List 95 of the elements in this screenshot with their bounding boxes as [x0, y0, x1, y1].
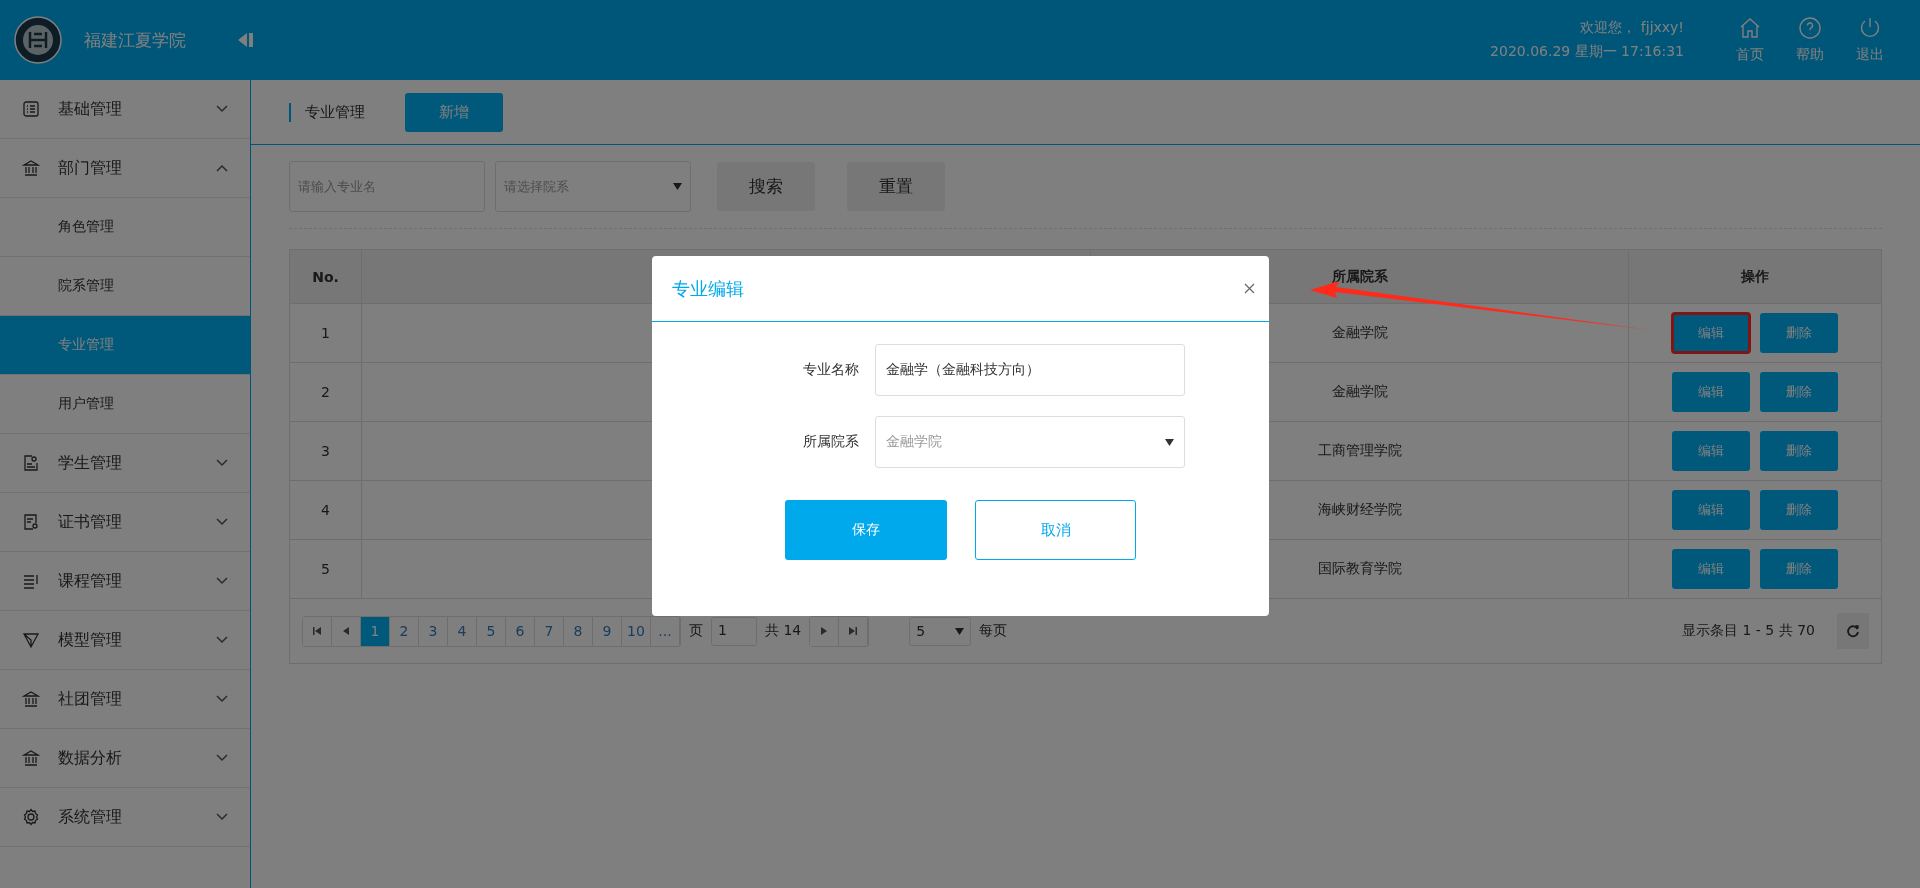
sidebar-item[interactable]: 模型管理: [0, 611, 250, 670]
chevron-down-icon: [216, 813, 228, 821]
help-icon: [1798, 16, 1822, 40]
sidebar-label: 部门管理: [58, 157, 123, 179]
sidebar-label: 数据分析: [58, 747, 123, 769]
chevron-down-icon: [216, 518, 228, 526]
school-name: 福建江夏学院: [84, 28, 186, 52]
table-cell: 3: [290, 422, 362, 480]
sidebar-label: 社团管理: [58, 688, 123, 710]
bank-icon: [22, 159, 40, 177]
delete-button[interactable]: 删除: [1760, 313, 1838, 353]
page-total: 共 14: [765, 622, 802, 640]
sidebar-subitem[interactable]: 专业管理: [0, 316, 250, 375]
caret-icon: [673, 183, 682, 190]
edit-button[interactable]: 编辑: [1672, 372, 1750, 412]
power-icon: [1858, 16, 1882, 40]
sidebar-item[interactable]: 数据分析: [0, 729, 250, 788]
field-label: 专业名称: [801, 361, 859, 379]
bank-icon: [22, 690, 40, 708]
first-page-button[interactable]: [303, 616, 332, 646]
table-cell: 5: [290, 540, 362, 598]
column-header: No.: [290, 250, 362, 303]
sidebar-label: 基础管理: [58, 98, 123, 120]
record-summary: 显示条目 1 - 5 共 70: [1682, 622, 1815, 640]
search-button[interactable]: 搜索: [717, 162, 815, 211]
close-icon[interactable]: [1244, 283, 1255, 294]
school-logo: [14, 16, 62, 64]
cancel-button[interactable]: 取消: [975, 500, 1136, 560]
field-label: 所属院系: [801, 433, 859, 451]
page-size-label: 每页: [979, 622, 1008, 640]
chevron-down-icon: [216, 754, 228, 762]
page-button[interactable]: 1: [361, 616, 390, 646]
date-time: 2020.06.29 星期一 17:16:31: [1490, 43, 1684, 61]
sidebar-subitem[interactable]: 用户管理: [0, 375, 250, 434]
next-icon: [821, 627, 828, 635]
certificate-icon: [22, 513, 40, 531]
chevron-down-icon: [216, 636, 228, 644]
triangle-icon: [22, 631, 40, 649]
reset-button[interactable]: 重置: [847, 162, 945, 211]
header-action-button[interactable]: 帮助: [1780, 15, 1840, 65]
refresh-icon: [1846, 624, 1860, 638]
bank-icon: [22, 749, 40, 767]
refresh-button[interactable]: [1837, 613, 1869, 649]
first-page-icon: [313, 627, 321, 635]
delete-button[interactable]: 删除: [1760, 431, 1838, 471]
sidebar-item[interactable]: 证书管理: [0, 493, 250, 552]
department-select[interactable]: 金融学院: [874, 416, 1185, 468]
settings-icon: [22, 808, 40, 826]
previous-icon: [343, 627, 349, 635]
sidebar-subitem[interactable]: 角色管理: [0, 198, 250, 257]
welcome-text: 欢迎您， fjjxxy!: [1580, 19, 1684, 37]
chevron-down-icon: [216, 105, 228, 113]
add-button[interactable]: 新增: [405, 92, 503, 132]
chevron-down-icon: [216, 695, 228, 703]
sidebar-label: 学生管理: [58, 452, 123, 474]
sidebar-item[interactable]: 学生管理: [0, 434, 250, 493]
edit-button[interactable]: 编辑: [1672, 490, 1750, 530]
chevron-up-icon: [216, 164, 228, 172]
edit-button[interactable]: 编辑: [1672, 431, 1750, 471]
chevron-down-icon: [216, 459, 228, 467]
delete-button[interactable]: 删除: [1760, 549, 1838, 589]
page-label: 页: [689, 622, 703, 640]
sidebar-item[interactable]: 社团管理: [0, 670, 250, 729]
dialog-title: 专业编辑: [672, 276, 744, 301]
name-input-field[interactable]: 金融学（金融科技方向）: [874, 344, 1185, 396]
table-cell: 1: [290, 304, 362, 362]
student-card-icon: [22, 454, 40, 472]
table-cell: 2: [290, 363, 362, 421]
table-cell: 4: [290, 481, 362, 539]
save-button[interactable]: 保存: [785, 500, 947, 560]
chevron-down-icon: [216, 577, 228, 585]
sidebar-item[interactable]: 课程管理: [0, 552, 250, 611]
sidebar-item[interactable]: 部门管理: [0, 139, 250, 198]
sidebar-label: 课程管理: [58, 570, 123, 592]
next-page-button[interactable]: [810, 616, 840, 646]
home-icon: [1738, 16, 1762, 40]
header-action-button[interactable]: 首页: [1720, 15, 1780, 65]
sidebar-label: 系统管理: [58, 806, 123, 828]
sidebar-item[interactable]: 基础管理: [0, 80, 250, 139]
edit-button[interactable]: 编辑: [1672, 549, 1750, 589]
last-page-icon: [849, 627, 858, 635]
header-action-button[interactable]: 退出: [1840, 15, 1900, 65]
list-icon: [22, 572, 40, 590]
page-title: 专业管理: [289, 102, 365, 122]
collapse-sidebar-icon[interactable]: [238, 31, 254, 49]
sidebar-item[interactable]: 系统管理: [0, 788, 250, 847]
sidebar-label: 模型管理: [58, 629, 123, 651]
column-header: 操作: [1740, 266, 1770, 286]
caret-icon: [1164, 438, 1174, 446]
list-icon: [22, 100, 40, 118]
delete-button[interactable]: 删除: [1760, 490, 1838, 530]
sidebar-label: 证书管理: [58, 511, 123, 533]
edit-button[interactable]: 编辑: [1672, 313, 1750, 353]
delete-button[interactable]: 删除: [1760, 372, 1838, 412]
caret-icon: [955, 627, 965, 635]
